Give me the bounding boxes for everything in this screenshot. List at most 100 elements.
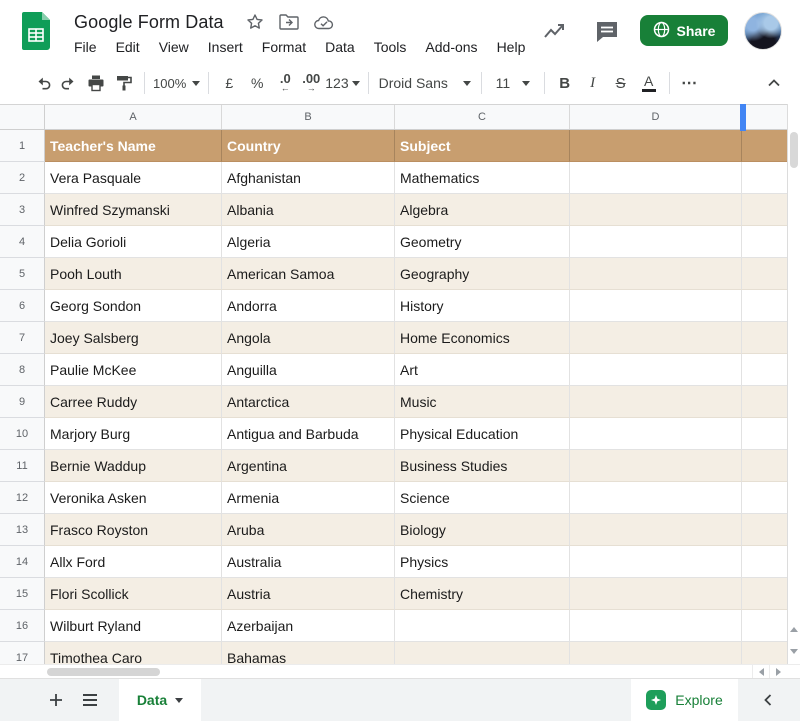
cell[interactable] bbox=[570, 546, 742, 578]
cell[interactable]: Teacher's Name bbox=[45, 130, 222, 162]
cell[interactable] bbox=[742, 482, 787, 514]
document-title[interactable]: Google Form Data bbox=[74, 12, 224, 33]
cell[interactable] bbox=[395, 610, 570, 642]
menu-insert[interactable]: Insert bbox=[208, 39, 243, 55]
cell[interactable] bbox=[570, 194, 742, 226]
cell[interactable]: Anguilla bbox=[222, 354, 395, 386]
cell[interactable] bbox=[570, 450, 742, 482]
row-header-6[interactable]: 6 bbox=[0, 290, 45, 322]
row-header-14[interactable]: 14 bbox=[0, 546, 45, 578]
cell[interactable]: Science bbox=[395, 482, 570, 514]
cell[interactable]: Antarctica bbox=[222, 386, 395, 418]
cell[interactable]: Biology bbox=[395, 514, 570, 546]
cell[interactable]: Home Economics bbox=[395, 322, 570, 354]
vertical-scrollbar-thumb[interactable] bbox=[790, 132, 798, 168]
print-icon[interactable] bbox=[84, 70, 108, 96]
cell[interactable]: History bbox=[395, 290, 570, 322]
row-header-8[interactable]: 8 bbox=[0, 354, 45, 386]
text-color-button[interactable]: A bbox=[637, 70, 661, 96]
cell[interactable]: American Samoa bbox=[222, 258, 395, 290]
row-header-1[interactable]: 1 bbox=[0, 130, 45, 162]
cell[interactable]: Timothea Caro bbox=[45, 642, 222, 664]
cell[interactable]: Aruba bbox=[222, 514, 395, 546]
cell[interactable]: Business Studies bbox=[395, 450, 570, 482]
explore-button[interactable]: Explore bbox=[631, 679, 738, 721]
cell[interactable] bbox=[570, 642, 742, 664]
cell[interactable]: Argentina bbox=[222, 450, 395, 482]
paint-format-icon[interactable] bbox=[112, 70, 136, 96]
cell[interactable] bbox=[742, 322, 787, 354]
horizontal-scrollbar[interactable] bbox=[0, 664, 800, 678]
cell[interactable] bbox=[570, 290, 742, 322]
column-header-a[interactable]: A bbox=[45, 105, 222, 129]
cell[interactable]: Pooh Louth bbox=[45, 258, 222, 290]
cell[interactable] bbox=[570, 354, 742, 386]
cell[interactable]: Country bbox=[222, 130, 395, 162]
move-folder-icon[interactable] bbox=[279, 14, 299, 30]
cell[interactable] bbox=[570, 258, 742, 290]
cell[interactable]: Marjory Burg bbox=[45, 418, 222, 450]
row-header-10[interactable]: 10 bbox=[0, 418, 45, 450]
cell[interactable] bbox=[742, 546, 787, 578]
cell[interactable] bbox=[570, 514, 742, 546]
bold-button[interactable]: B bbox=[553, 70, 577, 96]
cell[interactable]: Antigua and Barbuda bbox=[222, 418, 395, 450]
cell[interactable] bbox=[570, 130, 742, 162]
row-header-16[interactable]: 16 bbox=[0, 610, 45, 642]
menu-tools[interactable]: Tools bbox=[374, 39, 407, 55]
undo-icon[interactable] bbox=[32, 70, 56, 96]
cell[interactable] bbox=[742, 130, 787, 162]
cell[interactable]: Geography bbox=[395, 258, 570, 290]
share-button[interactable]: Share bbox=[640, 15, 728, 46]
column-header-b[interactable]: B bbox=[222, 105, 395, 129]
cell[interactable]: Physics bbox=[395, 546, 570, 578]
cell[interactable]: Bahamas bbox=[222, 642, 395, 664]
cell[interactable]: Geometry bbox=[395, 226, 570, 258]
redo-icon[interactable] bbox=[56, 70, 80, 96]
column-header-partial[interactable] bbox=[742, 105, 787, 129]
scroll-up-icon[interactable] bbox=[788, 618, 800, 640]
cell[interactable] bbox=[742, 386, 787, 418]
cell[interactable]: Austria bbox=[222, 578, 395, 610]
cell[interactable] bbox=[742, 258, 787, 290]
decrease-decimal-button[interactable]: .0← bbox=[273, 70, 297, 96]
row-header-4[interactable]: 4 bbox=[0, 226, 45, 258]
cell[interactable] bbox=[570, 226, 742, 258]
row-header-2[interactable]: 2 bbox=[0, 162, 45, 194]
cell[interactable]: Frasco Royston bbox=[45, 514, 222, 546]
row-header-3[interactable]: 3 bbox=[0, 194, 45, 226]
all-sheets-icon[interactable] bbox=[78, 688, 102, 712]
cell[interactable]: Vera Pasquale bbox=[45, 162, 222, 194]
cell[interactable]: Allx Ford bbox=[45, 546, 222, 578]
sheet-tab-menu-icon[interactable] bbox=[175, 698, 183, 703]
cell[interactable]: Art bbox=[395, 354, 570, 386]
cell[interactable]: Paulie McKee bbox=[45, 354, 222, 386]
cell[interactable] bbox=[742, 194, 787, 226]
cell[interactable]: Afghanistan bbox=[222, 162, 395, 194]
cell[interactable]: Delia Gorioli bbox=[45, 226, 222, 258]
row-header-7[interactable]: 7 bbox=[0, 322, 45, 354]
column-header-c[interactable]: C bbox=[395, 105, 570, 129]
cell[interactable] bbox=[570, 418, 742, 450]
horizontal-scrollbar-thumb[interactable] bbox=[47, 668, 160, 676]
select-all-corner[interactable] bbox=[0, 105, 45, 129]
scroll-down-icon[interactable] bbox=[788, 640, 800, 662]
column-drag-indicator[interactable] bbox=[740, 104, 746, 131]
menu-view[interactable]: View bbox=[159, 39, 189, 55]
cell[interactable]: Mathematics bbox=[395, 162, 570, 194]
number-format-button[interactable]: 123 bbox=[325, 70, 359, 96]
scroll-left-icon[interactable] bbox=[752, 665, 769, 679]
row-header-13[interactable]: 13 bbox=[0, 514, 45, 546]
cell[interactable] bbox=[395, 642, 570, 664]
cell[interactable]: Veronika Asken bbox=[45, 482, 222, 514]
comment-icon[interactable] bbox=[595, 20, 619, 46]
cell[interactable] bbox=[570, 322, 742, 354]
menu-edit[interactable]: Edit bbox=[116, 39, 140, 55]
cell[interactable]: Algeria bbox=[222, 226, 395, 258]
cell[interactable]: Wilburt Ryland bbox=[45, 610, 222, 642]
menu-format[interactable]: Format bbox=[262, 39, 306, 55]
cell[interactable]: Physical Education bbox=[395, 418, 570, 450]
row-header-5[interactable]: 5 bbox=[0, 258, 45, 290]
strikethrough-button[interactable]: S bbox=[609, 70, 633, 96]
cell[interactable] bbox=[742, 450, 787, 482]
